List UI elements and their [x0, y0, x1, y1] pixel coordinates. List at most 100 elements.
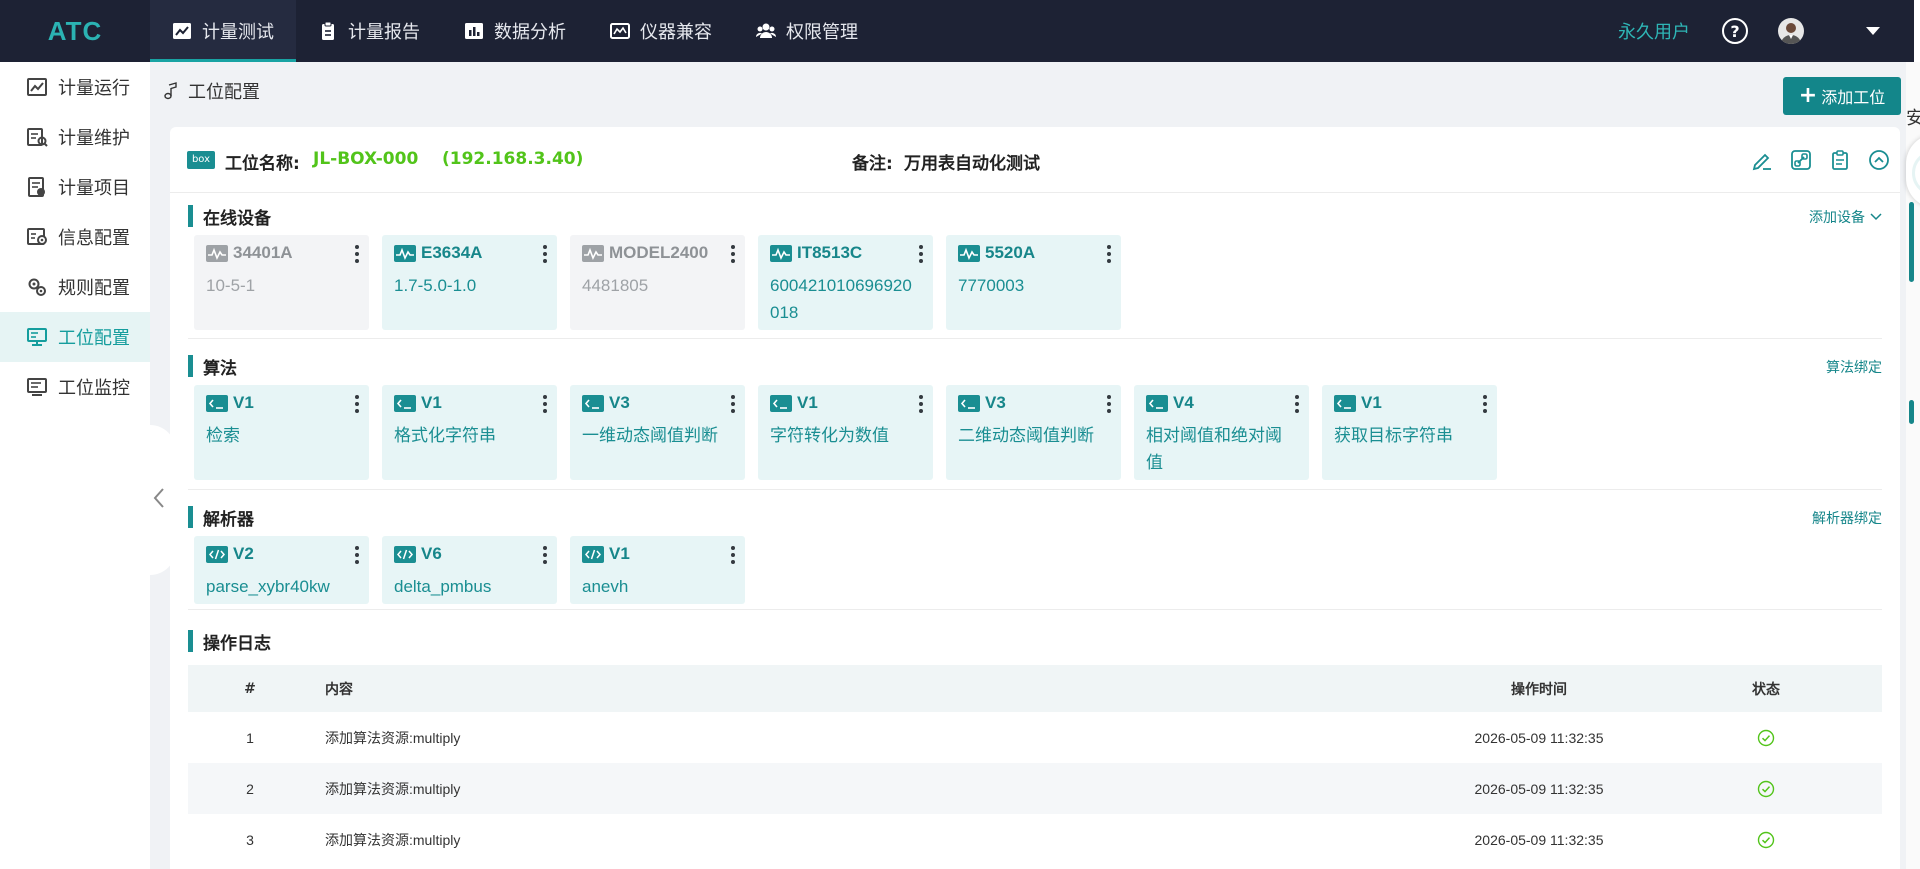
device-tile[interactable]: IT8513C 600421010696920018: [758, 235, 933, 330]
sidebar-item-station-monitor[interactable]: 工位监控: [0, 362, 150, 412]
dot: [355, 409, 359, 413]
dot: [919, 245, 923, 249]
tab-data-analysis[interactable]: 数据分析: [442, 0, 588, 62]
more-vertical-icon[interactable]: [729, 395, 737, 413]
dot: [731, 259, 735, 263]
row-index: 1: [246, 729, 254, 746]
algorithm-version: V1: [421, 393, 442, 412]
row-index: 2: [246, 780, 254, 797]
dot: [1295, 402, 1299, 406]
dot: [731, 395, 735, 399]
more-vertical-icon[interactable]: [917, 395, 925, 413]
parser-section: 解析器 解析器绑定 V2 parse_xybr40kw V6 delta_pmbus V…: [188, 506, 1882, 616]
station-config-icon: [26, 326, 48, 348]
device-serial: 600421010696920018: [770, 276, 912, 322]
parser-name: delta_pmbus: [394, 577, 492, 596]
bar-chart-icon: [464, 21, 484, 41]
tab-instrument-compat[interactable]: 仪器兼容: [588, 0, 734, 62]
algorithm-tile[interactable]: V1 字符转化为数值: [758, 385, 933, 480]
sidebar-item-info-config[interactable]: 信息配置: [0, 212, 150, 262]
online-devices-section: 在线设备 添加设备 34401A 10-5-1 E3634A 1.7-5.0-1.0 M…: [188, 205, 1882, 345]
device-tile[interactable]: E3634A 1.7-5.0-1.0: [382, 235, 557, 330]
sidebar-item-label: 计量项目: [58, 178, 130, 199]
device-tile[interactable]: 34401A 10-5-1: [194, 235, 369, 330]
dot: [543, 546, 547, 550]
more-vertical-icon[interactable]: [729, 546, 737, 564]
more-vertical-icon[interactable]: [353, 395, 361, 413]
algorithm-tile[interactable]: V4 相对阈值和绝对阈值: [1134, 385, 1309, 480]
more-vertical-icon[interactable]: [917, 245, 925, 263]
terminal-icon: [958, 394, 980, 412]
add-device-label: 添加设备: [1809, 210, 1865, 226]
more-vertical-icon[interactable]: [1481, 395, 1489, 413]
section-title: 操作日志: [188, 630, 271, 654]
tile-header: V1: [582, 544, 733, 564]
more-vertical-icon[interactable]: [1105, 245, 1113, 263]
link-icon[interactable]: [1790, 149, 1812, 171]
sidebar-item-metrology-maintain[interactable]: 计量维护: [0, 112, 150, 162]
help-icon[interactable]: ?: [1722, 18, 1748, 44]
parser-tile[interactable]: V2 parse_xybr40kw: [194, 536, 369, 604]
tile-header: E3634A: [394, 243, 545, 263]
dot: [543, 560, 547, 564]
app-logo[interactable]: ATC: [0, 16, 150, 47]
scroll-thumb[interactable]: [1909, 202, 1914, 282]
clipboard-icon[interactable]: [1829, 149, 1851, 171]
dot: [1295, 395, 1299, 399]
algorithm-tile[interactable]: V1 获取目标字符串: [1322, 385, 1497, 480]
device-tile[interactable]: MODEL2400 4481805: [570, 235, 745, 330]
collapse-up-icon[interactable]: [1868, 149, 1890, 171]
edit-icon[interactable]: [1751, 149, 1773, 171]
chevron-down-icon[interactable]: [1866, 27, 1880, 35]
tile-header: 34401A: [206, 243, 357, 263]
more-vertical-icon[interactable]: [1293, 395, 1301, 413]
more-vertical-icon[interactable]: [1105, 395, 1113, 413]
algorithm-name: 二维动态阈值判断: [958, 426, 1094, 445]
more-vertical-icon[interactable]: [541, 395, 549, 413]
col-index: #: [244, 680, 256, 697]
sidebar-item-label: 信息配置: [58, 228, 130, 249]
device-tile[interactable]: 5520A 7770003: [946, 235, 1121, 330]
more-vertical-icon[interactable]: [729, 245, 737, 263]
scroll-thumb-secondary[interactable]: [1909, 400, 1914, 424]
code-icon: [394, 545, 416, 563]
algorithm-bind-link[interactable]: 算法绑定: [1826, 357, 1882, 377]
more-vertical-icon[interactable]: [541, 546, 549, 564]
operation-log-section: 操作日志 # 内容 操作时间 状态 1 添加算法资源:multiply 2026-0…: [188, 630, 1882, 869]
parser-tile[interactable]: V1 anevh: [570, 536, 745, 604]
algorithm-tile[interactable]: V3 一维动态阈值判断: [570, 385, 745, 480]
algorithm-name: 检索: [206, 426, 240, 445]
tab-metrology-test[interactable]: 计量测试: [150, 0, 296, 62]
music-note-icon: [162, 82, 180, 100]
algorithm-tile[interactable]: V1 格式化字符串: [382, 385, 557, 480]
tab-permission[interactable]: 权限管理: [734, 0, 880, 62]
dot: [919, 409, 923, 413]
sidebar-item-rule-config[interactable]: 规则配置: [0, 262, 150, 312]
dot: [355, 402, 359, 406]
sidebar-item-station-config[interactable]: 工位配置: [0, 312, 150, 362]
add-device-dropdown[interactable]: 添加设备: [1809, 207, 1882, 227]
tile-header: V4: [1146, 393, 1297, 413]
algorithm-name: 格式化字符串: [394, 426, 496, 445]
user-label[interactable]: 永久用户: [1618, 18, 1690, 44]
more-vertical-icon[interactable]: [541, 245, 549, 263]
algorithm-name: 一维动态阈值判断: [582, 426, 718, 445]
station-name-label: 工位名称:: [225, 154, 300, 174]
sidebar-item-metrology-project[interactable]: 计量项目: [0, 162, 150, 212]
parser-bind-link[interactable]: 解析器绑定: [1812, 508, 1882, 528]
rule-config-icon: [26, 276, 48, 298]
station-card: box 工位名称: JL-BOX-000 (192.168.3.40) 备注: …: [170, 127, 1900, 869]
algorithm-tile[interactable]: V1 检索: [194, 385, 369, 480]
tile-header: V3: [958, 393, 1109, 413]
add-station-button[interactable]: + 添加工位: [1783, 77, 1901, 115]
algorithm-tile[interactable]: V3 二维动态阈值判断: [946, 385, 1121, 480]
sidebar-item-label: 计量维护: [58, 128, 130, 149]
parser-tile[interactable]: V6 delta_pmbus: [382, 536, 557, 604]
tab-metrology-report[interactable]: 计量报告: [296, 0, 442, 62]
sidebar-item-metrology-run[interactable]: 计量运行: [0, 62, 150, 112]
row-time: 2026-05-09 11:32:35: [1474, 729, 1604, 746]
avatar[interactable]: [1778, 18, 1804, 44]
dot: [1483, 409, 1487, 413]
more-vertical-icon[interactable]: [353, 245, 361, 263]
more-vertical-icon[interactable]: [353, 546, 361, 564]
